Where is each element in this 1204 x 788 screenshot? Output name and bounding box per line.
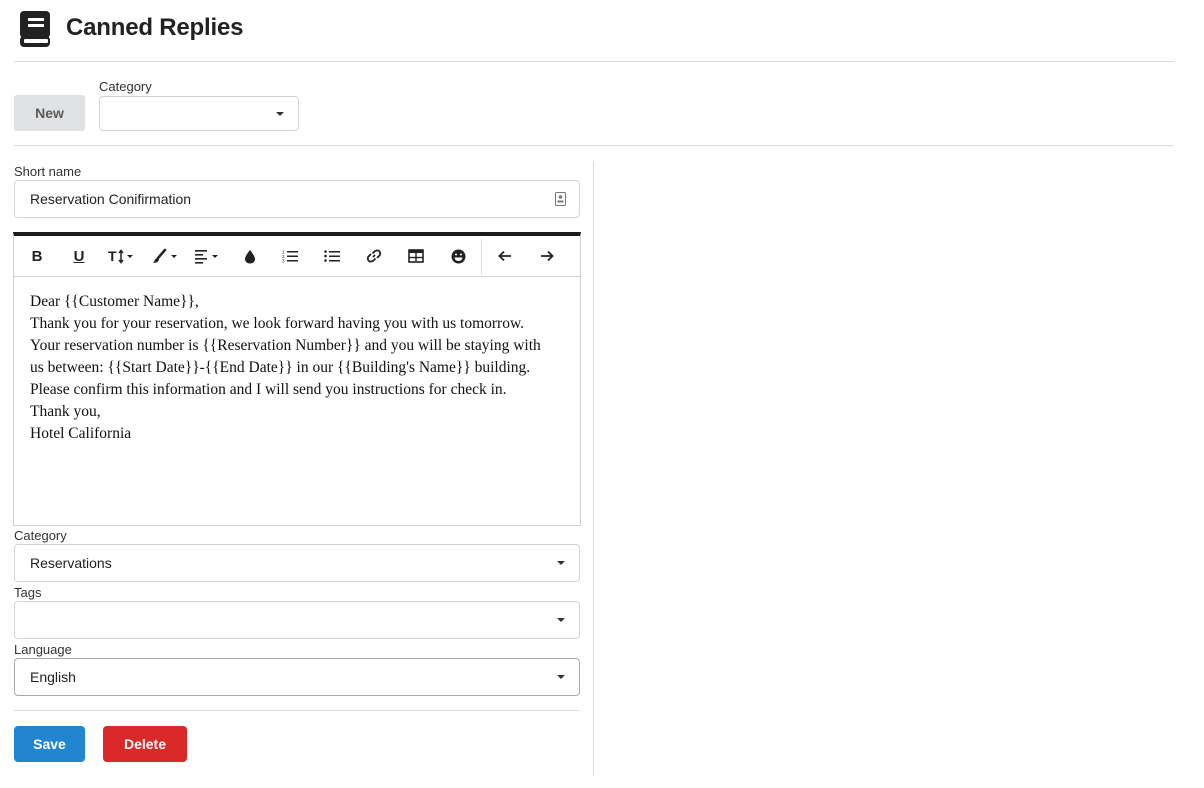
language-label: Language xyxy=(14,642,72,657)
toolbar-divider xyxy=(14,145,1174,146)
editor-line: Dear {{Customer Name}}, xyxy=(30,293,199,310)
language-value: English xyxy=(30,669,76,685)
underline-icon[interactable]: U xyxy=(66,236,92,276)
font-size-icon[interactable]: T xyxy=(106,236,140,276)
tags-label: Tags xyxy=(14,585,42,600)
table-icon[interactable] xyxy=(404,236,428,276)
editor-line: Hotel California xyxy=(30,425,132,442)
redo-icon[interactable] xyxy=(534,236,560,276)
link-icon[interactable] xyxy=(362,236,386,276)
page-title: Canned Replies xyxy=(66,14,244,41)
short-name-value: Reservation Conifirmation xyxy=(30,191,192,207)
header-divider xyxy=(14,61,1174,62)
editor-line: Your reservation number is {{Reservation… xyxy=(30,337,541,354)
chevron-down-icon xyxy=(557,561,565,565)
ordered-list-icon[interactable]: 1 2 3 xyxy=(278,236,302,276)
tags-select[interactable] xyxy=(14,601,580,639)
undo-icon[interactable] xyxy=(492,236,518,276)
delete-button[interactable]: Delete xyxy=(103,726,187,762)
editor-toolbar: B U T 1 2 3 xyxy=(14,236,580,277)
svg-text:T: T xyxy=(108,248,117,264)
bold-icon[interactable]: B xyxy=(24,236,50,276)
language-select[interactable]: English xyxy=(14,658,580,696)
category-label: Category xyxy=(14,528,67,543)
book-icon xyxy=(18,11,52,47)
editor-content[interactable]: Dear {{Customer Name}}, Thank you for yo… xyxy=(30,291,570,445)
new-button[interactable]: New xyxy=(14,95,85,131)
chevron-down-icon xyxy=(557,618,565,622)
category-value: Reservations xyxy=(30,555,112,571)
panel-divider xyxy=(593,161,594,776)
color-drop-icon[interactable] xyxy=(238,236,262,276)
svg-text:3: 3 xyxy=(282,259,285,264)
filter-category-label: Category xyxy=(99,79,152,94)
form-divider xyxy=(14,710,580,711)
chevron-down-icon xyxy=(557,675,565,679)
editor-line: Thank you for your reservation, we look … xyxy=(30,315,525,332)
brush-icon[interactable] xyxy=(150,236,182,276)
contact-card-icon xyxy=(555,192,566,206)
save-button[interactable]: Save xyxy=(14,726,85,762)
category-select[interactable]: Reservations xyxy=(14,544,580,582)
short-name-input[interactable]: Reservation Conifirmation xyxy=(14,180,580,218)
filter-category-select[interactable] xyxy=(99,96,299,131)
editor-line: Thank you, xyxy=(30,403,101,420)
toolbar-separator xyxy=(481,239,482,275)
editor-line: us between: {{Start Date}}-{{End Date}} … xyxy=(30,359,531,376)
short-name-label: Short name xyxy=(14,164,82,179)
rich-text-editor[interactable]: B U T 1 2 3 Dear {{Customer Name}}, Than… xyxy=(13,232,581,526)
chevron-down-icon xyxy=(276,111,284,116)
emoji-icon[interactable] xyxy=(446,236,470,276)
unordered-list-icon[interactable] xyxy=(320,236,344,276)
editor-line: Please confirm this information and I wi… xyxy=(30,381,507,398)
align-icon[interactable] xyxy=(192,236,224,276)
